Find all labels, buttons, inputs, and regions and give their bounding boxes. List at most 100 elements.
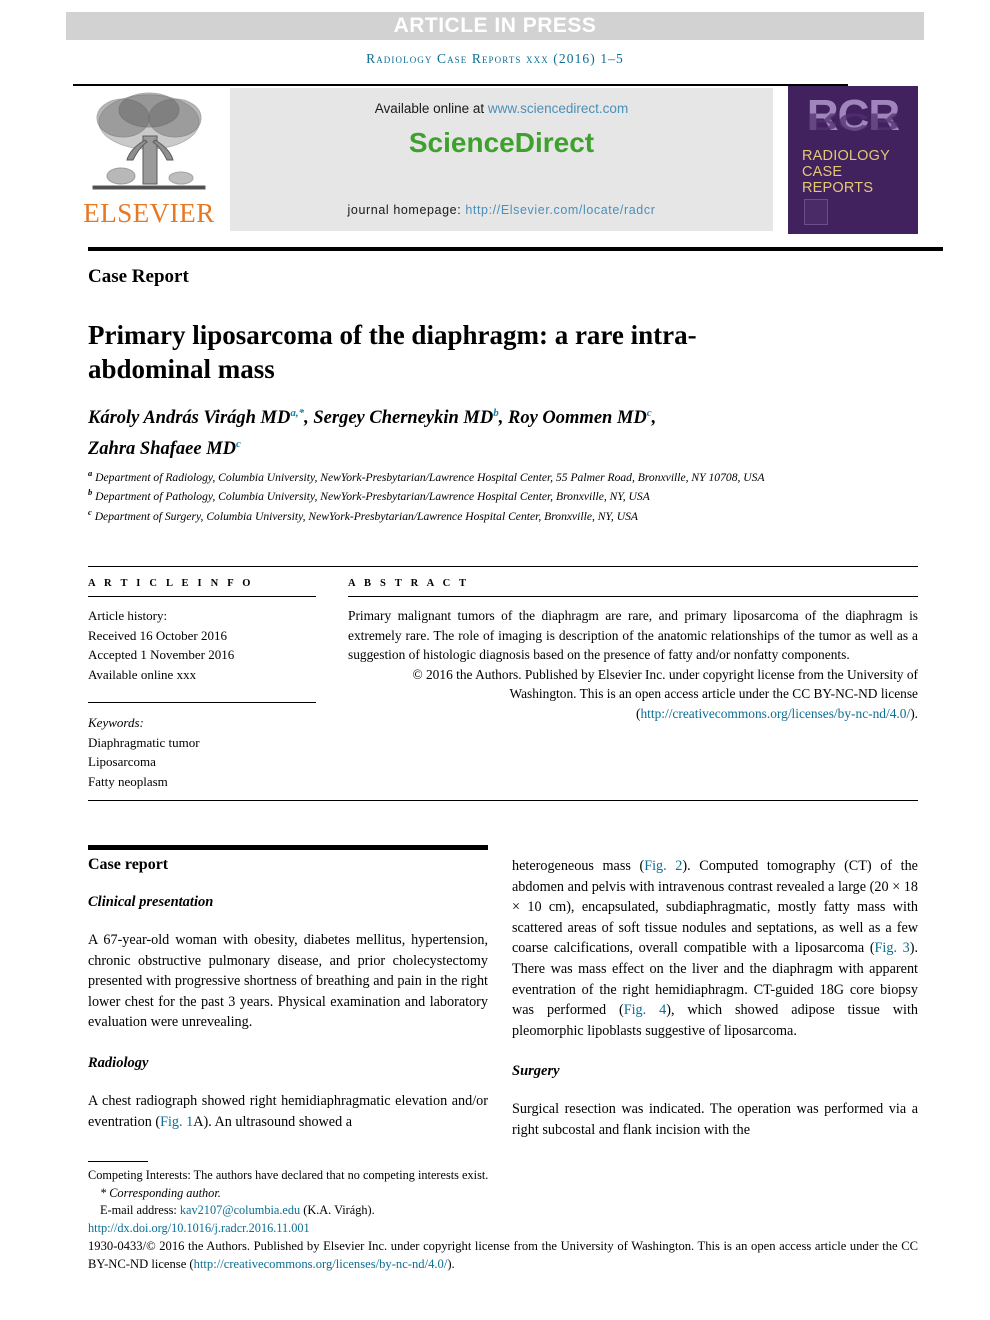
abstract-text: Primary malignant tumors of the diaphrag… [348,608,918,662]
subsection-heading-radiology: Radiology [88,1054,149,1071]
abstract-copyright: © 2016 the Authors. Published by Elsevie… [348,665,918,724]
footer-cc-license-link[interactable]: http://creativecommons.org/licenses/by-n… [194,1257,448,1271]
sciencedirect-logo-part2: Direct [514,127,595,158]
article-in-press-banner: ARTICLE IN PRESS [66,12,924,40]
section-heading-case-report: Case report [88,856,169,873]
article-type-kicker: Case Report [88,266,189,287]
keywords-block: Keywords: Diaphragmatic tumor Liposarcom… [88,713,316,791]
kicker-rule [88,247,943,251]
elsevier-logo: ELSEVIER [73,86,225,234]
author-name: Zahra Shafaee MD [88,439,237,460]
email-suffix: (K.A. Virágh). [300,1203,375,1217]
article-received-date: Received 16 October 2016 [88,627,227,643]
keyword-item: Diaphragmatic tumor [88,734,200,750]
sciencedirect-banner: Available online at www.sciencedirect.co… [230,88,773,231]
article-available-online: Available online xxx [88,666,197,682]
affiliation-mark: c [88,506,92,517]
abstract-column: A B S T R A C T Primary malignant tumors… [348,578,918,723]
author-name: Roy Oommen MD [508,408,647,429]
email-note: E-mail address: kav2107@columbia.edu (K.… [88,1202,918,1220]
issn-copyright-note: 1930-0433/© 2016 the Authors. Published … [88,1238,918,1273]
keywords-divider [88,702,316,703]
author-affiliation-marks[interactable]: b [493,407,499,419]
journal-article-page: ARTICLE IN PRESS Radiology Case Reports … [0,0,990,1320]
author-affiliation-marks[interactable]: c [236,438,241,450]
subsection-heading-surgery: Surgery [512,1063,560,1080]
subsection-heading-clinical-presentation: Clinical presentation [88,894,214,910]
keyword-item: Liposarcoma [88,754,156,769]
doi-line: http://dx.doi.org/10.1016/j.radcr.2016.1… [88,1220,918,1238]
doi-link[interactable]: http://dx.doi.org/10.1016/j.radcr.2016.1… [88,1221,310,1235]
paragraph-cont-part1: heterogeneous mass ( [512,858,645,874]
body-section-rule [88,845,488,850]
running-head: Radiology Case Reports xxx (2016) 1–5 [366,51,624,66]
affiliation-item: c Department of Surgery, Columbia Univer… [88,505,928,524]
cc-license-link[interactable]: http://creativecommons.org/licenses/by-n… [640,706,910,721]
affiliation-item: b Department of Pathology, Columbia Univ… [88,485,928,504]
available-online-text: Available online at www.sciencedirect.co… [230,101,773,116]
affiliation-text: Department of Pathology, Columbia Univer… [95,490,650,504]
footnote-block: Competing Interests: The authors have de… [88,1167,918,1286]
figure-2-link[interactable]: Fig. 2 [644,858,682,874]
article-info-label: A R T I C L E I N F O [88,578,254,589]
author-list: Károly András Virágh MDa,*, Sergey Chern… [88,400,918,462]
sciencedirect-logo-part1: Science [408,127,515,158]
rcr-subtitle-line2: CASE [802,164,843,180]
journal-homepage-label: journal homepage: [347,203,466,217]
author-affiliation-marks[interactable]: c [647,407,652,419]
rcr-subtitle: RADIOLOGY CASE REPORTS [802,148,918,196]
competing-interests-note: Competing Interests: The authors have de… [88,1168,489,1182]
rcr-initials-reflection: RCR [806,108,900,135]
paragraph-radiology: A chest radiograph showed right hemidiap… [88,1091,488,1132]
issn-copyright-tail: ). [447,1256,455,1271]
rcr-subtitle-line3: REPORTS [802,180,874,196]
elsevier-wordmark: ELSEVIER [83,198,215,228]
article-in-press-label: ARTICLE IN PRESS [393,14,597,37]
abstract-label: A B S T R A C T [348,578,470,589]
article-history-block: Article history: Received 16 October 201… [88,606,316,684]
corresponding-author-note: * Corresponding author. [100,1185,221,1200]
body-column-left: Case report Clinical presentation A 67-y… [88,856,488,1132]
author-entry: Roy Oommen MDc, [508,407,657,429]
article-info-divider [88,596,316,597]
paragraph-clinical-presentation: A 67-year-old woman with obesity, diabet… [88,932,488,1031]
paragraph-surgery: Surgical resection was indicated. The op… [512,1101,918,1138]
rcr-subtitle-line1: RADIOLOGY [802,148,891,164]
abstract-copyright-tail: ). [910,705,918,721]
article-history-label: Article history: [88,608,168,623]
email-link[interactable]: kav2107@columbia.edu [180,1203,300,1217]
affiliation-item: a Department of Radiology, Columbia Univ… [88,466,928,485]
article-info-column: A R T I C L E I N F O Article history: R… [88,578,316,791]
rcr-journal-cover: RCR RCR RADIOLOGY CASE REPORTS [788,86,918,234]
masthead: ELSEVIER Available online at www.science… [73,86,918,234]
affiliation-mark: b [88,487,93,498]
author-entry: Károly András Virágh MDa,*, [88,407,314,429]
author-affiliation-marks[interactable]: a,* [290,407,304,419]
footnote-rule [88,1161,148,1162]
paragraph-radiology-part2: A). An ultrasound showed a [193,1113,353,1130]
page-title: Primary liposarcoma of the diaphragm: a … [88,320,697,385]
author-name: Sergey Cherneykin MD [313,408,494,429]
body-column-right: heterogeneous mass (Fig. 2). Computed to… [512,856,918,1141]
author-entry: Sergey Cherneykin MDb, [313,407,508,429]
affiliation-list: a Department of Radiology, Columbia Univ… [88,466,928,524]
sciencedirect-url-link[interactable]: www.sciencedirect.com [488,101,628,116]
author-name: Károly András Virágh MD [88,408,291,429]
elsevier-tree-mark-icon [804,199,828,225]
affiliation-text: Department of Radiology, Columbia Univer… [95,470,765,484]
paragraph-radiology-continued: heterogeneous mass (Fig. 2). Computed to… [512,856,918,1041]
email-label: E-mail address: [100,1203,180,1217]
article-accepted-date: Accepted 1 November 2016 [88,647,235,662]
figure-4-link[interactable]: Fig. 4 [624,1002,667,1018]
journal-homepage-line: journal homepage: http://Elsevier.com/lo… [230,203,773,217]
figure-1-link[interactable]: Fig. 1 [160,1114,193,1130]
figure-3-link[interactable]: Fig. 3 [875,940,910,956]
keywords-label: Keywords: [88,715,144,730]
sciencedirect-logo[interactable]: ScienceDirect [230,127,773,159]
journal-homepage-link[interactable]: http://Elsevier.com/locate/radcr [465,203,655,217]
affiliation-mark: a [88,468,93,478]
abstract-zone-bottom-rule [88,800,918,801]
keyword-item: Fatty neoplasm [88,773,168,789]
elsevier-tree-icon [92,92,206,190]
abstract-zone-top-rule [88,566,918,567]
